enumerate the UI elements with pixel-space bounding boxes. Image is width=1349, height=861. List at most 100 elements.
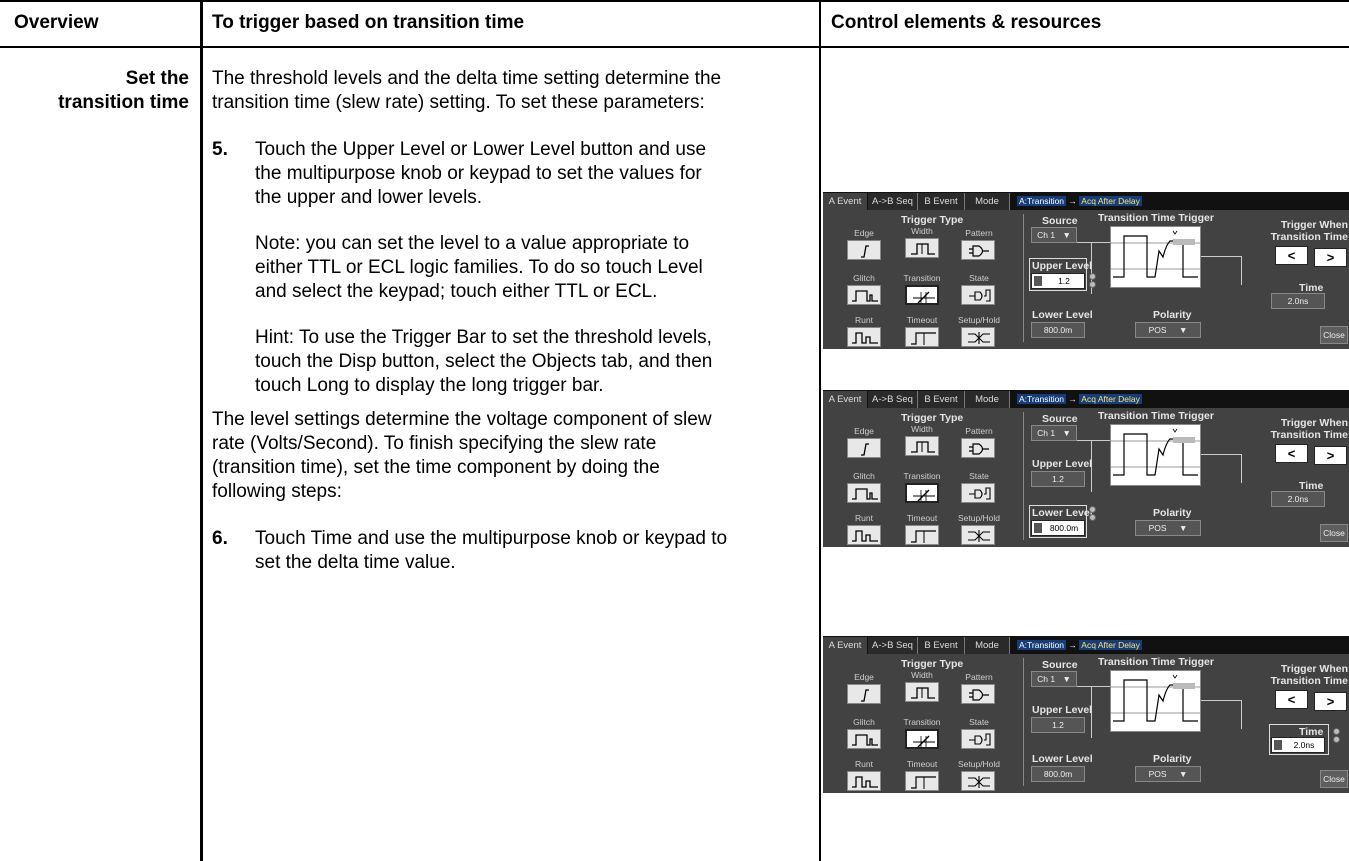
edge-button[interactable]: [847, 438, 881, 458]
status-mode: Acq After Delay: [1079, 394, 1142, 404]
runt-button[interactable]: [847, 525, 881, 545]
greater-than-button[interactable]: >: [1314, 692, 1347, 711]
runt-icon: [852, 530, 878, 542]
pattern-button[interactable]: [961, 438, 995, 458]
step-line: set the delta time value.: [255, 552, 456, 573]
type-label-pattern: Pattern: [965, 228, 993, 238]
tab-a-b-seq[interactable]: A->B Seq: [868, 193, 918, 210]
source-dropdown[interactable]: Ch 1 ▼: [1031, 425, 1077, 441]
tab-a-event[interactable]: A Event: [823, 391, 867, 408]
dropdown-arrow-icon: ▼: [1178, 523, 1188, 533]
level-radio-lower[interactable]: [1089, 514, 1096, 521]
timeout-button[interactable]: [905, 525, 939, 545]
tab-mode[interactable]: Mode: [965, 391, 1010, 408]
less-than-button[interactable]: <: [1275, 246, 1308, 265]
polarity-dropdown[interactable]: POS ▼: [1135, 766, 1201, 782]
setup-hold-button[interactable]: [961, 327, 995, 347]
runt-button[interactable]: [847, 327, 881, 347]
type-label-width: Width: [911, 226, 933, 236]
edge-icon: [861, 689, 869, 702]
upper-level-field[interactable]: 1.2: [1031, 717, 1085, 733]
glitch-button[interactable]: [847, 729, 881, 749]
close-button[interactable]: Close: [1320, 770, 1348, 788]
tab-mode[interactable]: Mode: [965, 637, 1010, 654]
tab-a-b-seq[interactable]: A->B Seq: [868, 637, 918, 654]
timeout-button[interactable]: [905, 327, 939, 347]
level-radio-upper[interactable]: [1089, 506, 1096, 513]
setup-hold-button[interactable]: [961, 771, 995, 791]
close-button[interactable]: Close: [1320, 524, 1348, 542]
polarity-label: Polarity: [1153, 753, 1192, 765]
tab-mode[interactable]: Mode: [965, 193, 1010, 210]
lower-level-label: Lower Level: [1032, 753, 1093, 765]
level-line: The level settings determine the voltage…: [212, 409, 712, 430]
edge-button[interactable]: [847, 684, 881, 704]
transition-button[interactable]: [905, 285, 939, 305]
step-5-text: Touch the Upper Level or Lower Level but…: [255, 138, 706, 210]
width-button[interactable]: [905, 682, 939, 702]
lower-level-field[interactable]: 800.0m: [1031, 322, 1085, 338]
glitch-button[interactable]: [847, 483, 881, 503]
section-label-line1: Set the: [125, 68, 189, 89]
source-value: Ch 1: [1037, 674, 1056, 684]
lower-level-field[interactable]: 800.0m: [1031, 766, 1085, 782]
width-button[interactable]: [905, 436, 939, 456]
edge-button[interactable]: [847, 240, 881, 260]
trigger-status: A:Transition → Acq After Delay: [1017, 393, 1142, 405]
glitch-button[interactable]: [847, 285, 881, 305]
greater-than-button[interactable]: >: [1314, 446, 1347, 465]
column-divider-2: [819, 0, 821, 861]
status-arrow: →: [1068, 394, 1077, 404]
type-label-runt: Runt: [855, 315, 873, 325]
pattern-button[interactable]: [961, 684, 995, 704]
tab-a-event[interactable]: A Event: [823, 637, 867, 654]
setup-hold-button[interactable]: [961, 525, 995, 545]
tab-b-event[interactable]: B Event: [918, 193, 965, 210]
level-radio-upper[interactable]: [1333, 728, 1340, 735]
connector-line: [1201, 454, 1242, 483]
time-field[interactable]: 2.0ns: [1271, 491, 1325, 507]
type-label-setup-hold: Setup/Hold: [957, 315, 1001, 325]
state-button[interactable]: [961, 285, 995, 305]
close-button[interactable]: Close: [1320, 326, 1348, 344]
runt-button[interactable]: [847, 771, 881, 791]
transition-button[interactable]: [905, 729, 939, 749]
hint-line: touch Long to display the long trigger b…: [255, 375, 604, 396]
level-radio-upper[interactable]: [1089, 273, 1096, 280]
type-label-runt: Runt: [855, 759, 873, 769]
source-dropdown[interactable]: Ch 1 ▼: [1031, 227, 1077, 243]
intro-paragraph: The threshold levels and the delta time …: [212, 67, 721, 115]
less-than-button[interactable]: <: [1275, 690, 1308, 709]
level-line: (transition time), set the time componen…: [212, 457, 660, 478]
time-field[interactable]: 2.0ns: [1271, 293, 1325, 309]
state-button[interactable]: [961, 483, 995, 503]
setup-hold-icon: [968, 530, 990, 542]
trigger-when-label: Trigger When Transition Time: [1253, 219, 1348, 243]
section-label: Set the transition time: [0, 67, 189, 115]
hint-line: Hint: To use the Trigger Bar to set the …: [255, 327, 712, 348]
type-label-edge: Edge: [854, 228, 874, 238]
source-label: Source: [1042, 413, 1078, 425]
source-dropdown[interactable]: Ch 1 ▼: [1031, 671, 1077, 687]
step-6-number: 6.: [212, 528, 228, 549]
less-than-button[interactable]: <: [1275, 444, 1308, 463]
greater-than-button[interactable]: >: [1314, 248, 1347, 267]
connector-line: [1077, 242, 1110, 243]
note-line: either TTL or ECL logic families. To do …: [255, 257, 703, 278]
width-button[interactable]: [905, 238, 939, 258]
tab-b-event[interactable]: B Event: [918, 391, 965, 408]
tab-b-event[interactable]: B Event: [918, 637, 965, 654]
tab-a-event[interactable]: A Event: [823, 193, 867, 210]
level-radio-lower[interactable]: [1089, 281, 1096, 288]
state-button[interactable]: [961, 729, 995, 749]
polarity-dropdown[interactable]: POS ▼: [1135, 322, 1201, 338]
pattern-button[interactable]: [961, 240, 995, 260]
transition-button[interactable]: [905, 483, 939, 503]
type-label-setup-hold: Setup/Hold: [957, 513, 1001, 523]
active-control-frame: [1029, 258, 1087, 291]
upper-level-field[interactable]: 1.2: [1031, 471, 1085, 487]
timeout-button[interactable]: [905, 771, 939, 791]
polarity-dropdown[interactable]: POS ▼: [1135, 520, 1201, 536]
level-radio-lower[interactable]: [1333, 736, 1340, 743]
tab-a-b-seq[interactable]: A->B Seq: [868, 391, 918, 408]
